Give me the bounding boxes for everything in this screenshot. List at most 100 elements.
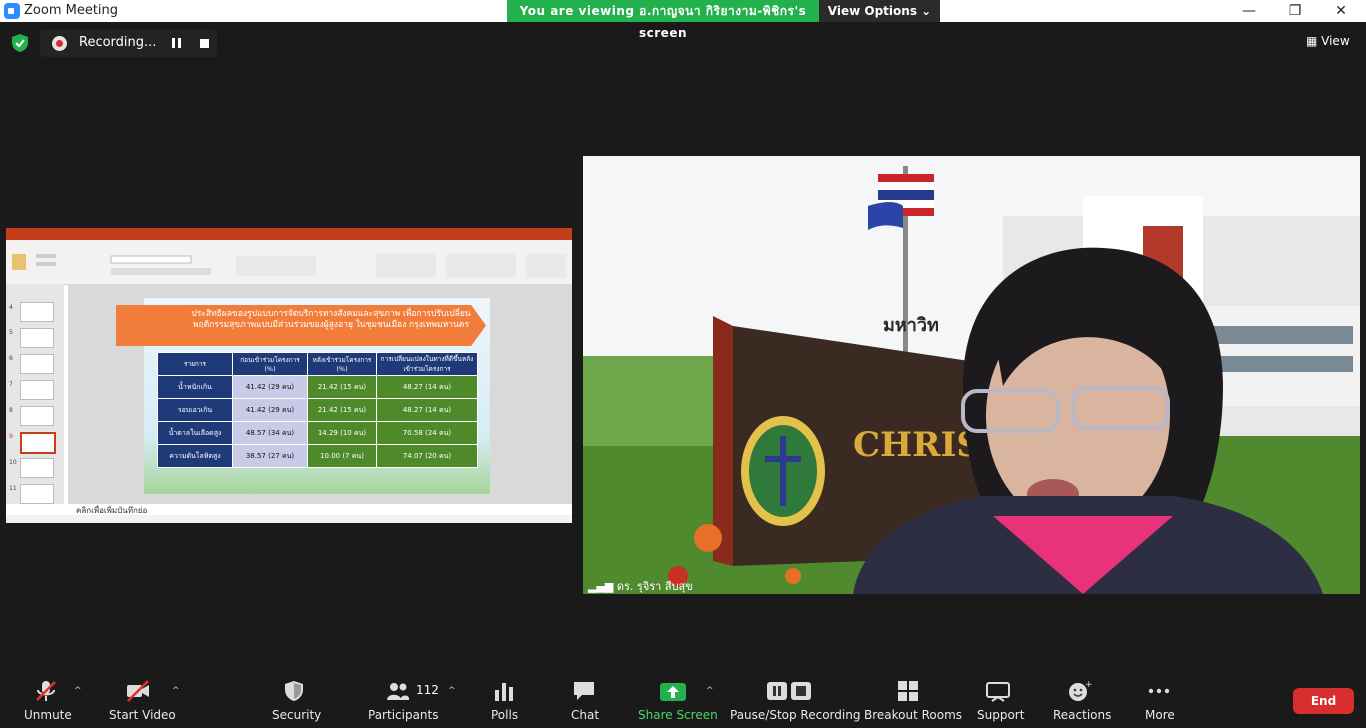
svg-text:มหาวิท: มหาวิท: [883, 315, 939, 336]
table-cell: น้ำหนักเกิน: [157, 375, 233, 399]
table-cell: 10.00 (7 คน): [307, 444, 377, 468]
thumb-number: 8: [9, 407, 13, 414]
svg-text:+: +: [1085, 680, 1092, 690]
security-button[interactable]: Security: [272, 708, 321, 722]
support-button[interactable]: Support: [977, 708, 1024, 722]
table-cell: 48.27 (14 คน): [376, 398, 478, 422]
table-cell: 21.42 (15 คน): [307, 398, 377, 422]
slide-thumbnail[interactable]: [20, 328, 54, 348]
more-icon[interactable]: [1147, 680, 1171, 702]
breakout-rooms-button[interactable]: Breakout Rooms: [864, 708, 962, 722]
slide-title: ประสิทธิผลของรูปแบบการจัดบริการทางสังคมแ…: [191, 309, 471, 330]
thumb-number: 7: [9, 381, 13, 388]
thumb-number: 11: [9, 485, 17, 492]
video-off-icon[interactable]: [126, 680, 150, 702]
table-cell: 74.07 (20 คน): [376, 444, 478, 468]
view-layout-button[interactable]: ▦ View: [1306, 34, 1350, 48]
powerpoint-titlebar: [6, 228, 572, 240]
share-options-caret[interactable]: ^: [706, 686, 714, 696]
end-meeting-button[interactable]: End: [1293, 688, 1354, 714]
share-arrow-icon: [667, 686, 679, 698]
polls-button[interactable]: Polls: [491, 708, 518, 722]
record-icon: [52, 36, 67, 51]
security-shield-icon[interactable]: [282, 680, 306, 702]
table-cell: 14.29 (10 คน): [307, 421, 377, 445]
participants-button[interactable]: Participants: [368, 708, 439, 722]
minimize-button[interactable]: —: [1226, 0, 1272, 22]
table-cell: น้ำตาลในเลือดสูง: [157, 421, 233, 445]
maximize-button[interactable]: ❐: [1272, 0, 1318, 22]
table-cell: 41.42 (29 คน): [232, 398, 308, 422]
participant-name: ดร. รุจิรา สืบสุข: [616, 580, 693, 593]
view-options-button[interactable]: View Options ⌄: [819, 0, 940, 22]
powerpoint-statusbar: [6, 515, 572, 523]
share-screen-button[interactable]: Share Screen: [638, 708, 718, 722]
table-header: ก่อนเข้าร่วมโครงการ (%): [232, 352, 308, 376]
slide-thumbnail[interactable]: [20, 458, 54, 478]
table-cell: 38.57 (27 คน): [232, 444, 308, 468]
participants-icon[interactable]: [386, 680, 410, 702]
table-cell: 48.27 (14 คน): [376, 375, 478, 399]
pause-stop-recording-button[interactable]: Pause/Stop Recording: [730, 708, 860, 722]
participants-count: 112: [416, 683, 439, 697]
support-icon[interactable]: [986, 680, 1010, 702]
table-cell: 41.42 (29 คน): [232, 375, 308, 399]
results-table: รายการ ก่อนเข้าร่วมโครงการ (%) หลังเข้าร…: [157, 352, 478, 468]
breakout-rooms-icon[interactable]: [896, 680, 920, 702]
table-row: น้ำหนักเกิน 41.42 (29 คน) 21.42 (15 คน) …: [157, 375, 478, 399]
viewing-banner: You are viewing อ.กาญจนา กิริยางาม-พิชิก…: [507, 0, 819, 40]
table-cell: 21.42 (15 คน): [307, 375, 377, 399]
thumb-number: 10: [9, 459, 17, 466]
pause-recording-icon[interactable]: [171, 37, 183, 49]
window-title: Zoom Meeting: [24, 3, 119, 18]
microphone-muted-icon[interactable]: [34, 680, 58, 702]
slide-thumbnail[interactable]: [20, 302, 54, 322]
thumb-number: 9: [9, 433, 13, 440]
chat-button[interactable]: Chat: [571, 708, 599, 722]
slide-thumbnail[interactable]: [20, 484, 54, 504]
table-header: การเปลี่ยนแปลงในทางที่ดีขึ้นหลังเข้าร่วม…: [376, 352, 478, 376]
slide-thumbnails[interactable]: 4 5 6 7 8 9 10 11: [6, 284, 64, 504]
thumb-number: 6: [9, 355, 13, 362]
table-header: รายการ: [157, 352, 233, 376]
shared-screen: ไฟล์หน้าแรกแทรกวาดออกแบบการเปลี่ยนภาพเคล…: [6, 228, 572, 523]
slide-thumbnail[interactable]: [20, 380, 54, 400]
slide-thumbnail[interactable]: [20, 354, 54, 374]
table-row: น้ำตาลในเลือดสูง 48.57 (34 คน) 14.29 (10…: [157, 421, 478, 445]
shield-icon[interactable]: [12, 34, 28, 52]
participant-name-label: ▂▄▆ ดร. รุจิรา สืบสุข: [588, 577, 693, 595]
table-cell: ความดันโลหิตสูง: [157, 444, 233, 468]
powerpoint-ribbon: [6, 240, 572, 285]
table-cell: 70.58 (24 คน): [376, 421, 478, 445]
table-row: ความดันโลหิตสูง 38.57 (27 คน) 10.00 (7 ค…: [157, 444, 478, 468]
share-screen-icon[interactable]: [660, 683, 686, 701]
ribbon-controls: [12, 254, 566, 278]
start-video-button[interactable]: Start Video: [109, 708, 176, 722]
zoom-app-icon: [4, 3, 20, 19]
unmute-button[interactable]: Unmute: [24, 708, 72, 722]
participants-options-caret[interactable]: ^: [448, 686, 456, 696]
participant-video: CHRISTIAN มหาวิท: [583, 156, 1360, 594]
table-cell: รอบเอวเกิน: [157, 398, 233, 422]
polls-icon[interactable]: [492, 680, 516, 702]
reactions-button[interactable]: Reactions: [1053, 708, 1111, 722]
thumb-number: 5: [9, 329, 13, 336]
stop-recording-icon[interactable]: [200, 39, 209, 48]
table-cell: 48.57 (34 คน): [232, 421, 308, 445]
chat-icon[interactable]: [572, 680, 596, 702]
recording-label: Recording...: [79, 35, 157, 50]
close-button[interactable]: ✕: [1318, 0, 1364, 22]
table-row: รอบเอวเกิน 41.42 (29 คน) 21.42 (15 คน) 4…: [157, 398, 478, 422]
pause-stop-recording-icon[interactable]: [766, 680, 812, 702]
video-options-caret[interactable]: ^: [172, 686, 180, 696]
more-button[interactable]: More: [1145, 708, 1175, 722]
slide-thumbnail-active[interactable]: [20, 432, 56, 454]
signal-icon: ▂▄▆: [588, 580, 617, 593]
slide-thumbnail[interactable]: [20, 406, 54, 426]
thumb-number: 4: [9, 304, 13, 311]
grid-icon: ▦: [1306, 34, 1322, 48]
table-header: หลังเข้าร่วมโครงการ (%): [307, 352, 377, 376]
audio-options-caret[interactable]: ^: [74, 686, 82, 696]
view-layout-label: View: [1321, 34, 1350, 48]
reactions-icon[interactable]: +: [1068, 680, 1092, 702]
